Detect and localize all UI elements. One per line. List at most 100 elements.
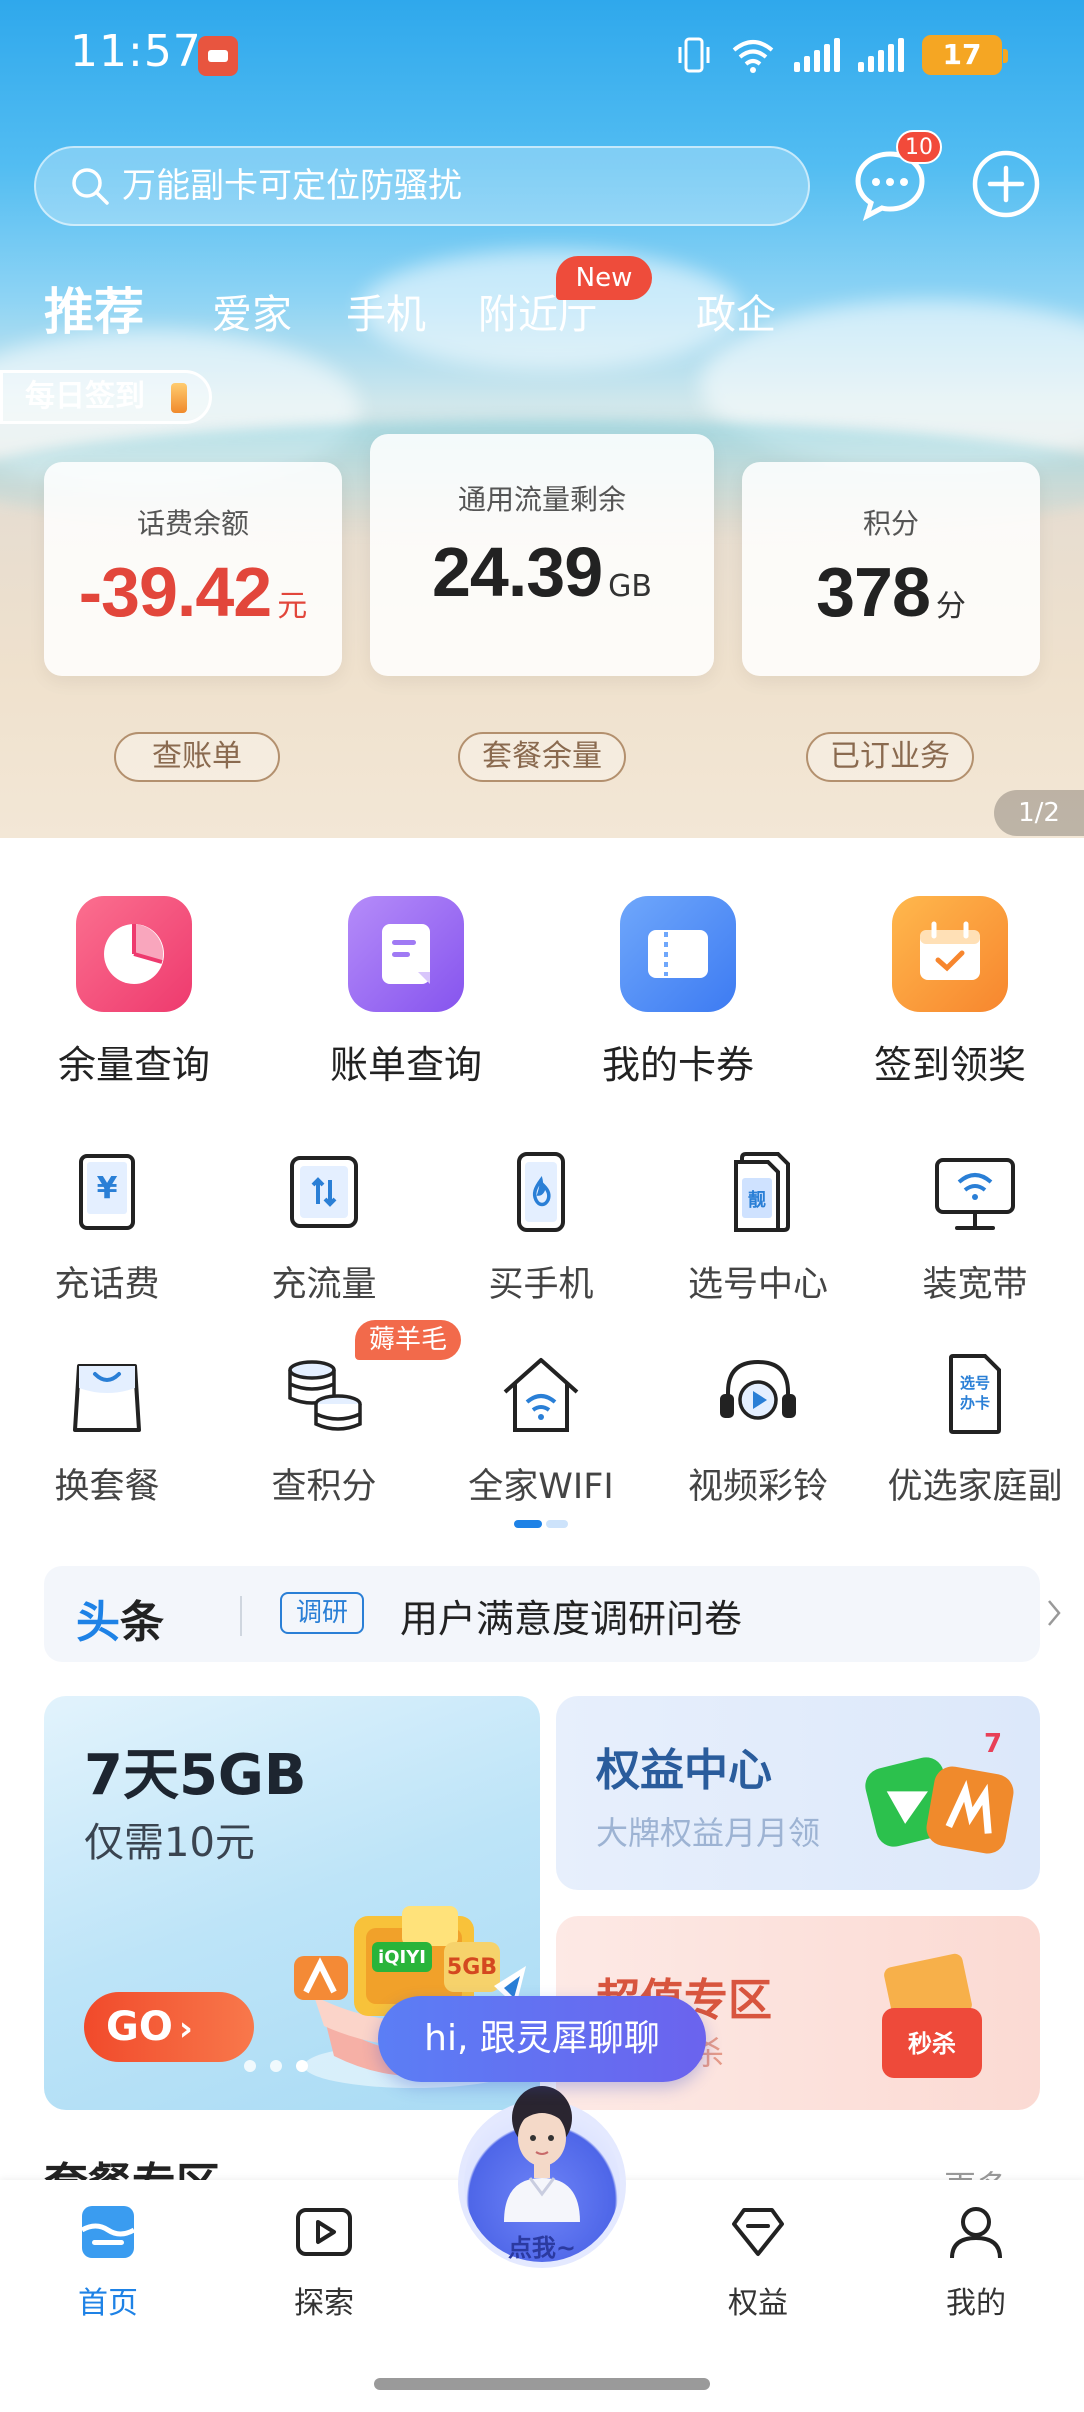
message-badge: 10 [896, 130, 942, 164]
buy-phone-label: 买手机 [488, 1265, 594, 1305]
signin-reward-button[interactable]: 签到领奖 [850, 896, 1050, 1089]
chevron-right-icon: › [178, 2009, 193, 2049]
balance-card[interactable]: 话费余额 -39.42 元 [44, 462, 342, 676]
balance-unit: 元 [277, 589, 308, 624]
bottle-icon [171, 383, 187, 413]
coupon-icon [620, 896, 736, 1012]
assistant-chat-bubble[interactable]: hi, 跟灵犀聊聊 [378, 1996, 706, 2082]
points-query-label: 查积分 [271, 1467, 377, 1507]
recharge-data-button[interactable]: 充流量 [214, 1150, 434, 1307]
family-card-label: 优选家庭副 [887, 1467, 1063, 1507]
points-card[interactable]: 积分 378 分 [742, 462, 1040, 676]
recharge-call-label: 充话费 [54, 1265, 160, 1305]
search-icon [72, 168, 109, 205]
promo-dot [296, 2060, 308, 2072]
headline-ticker[interactable]: 头条 调研 用户满意度调研问卷 [44, 1566, 1061, 1662]
nav-home[interactable]: 首页 [38, 2200, 178, 2322]
home-indicator[interactable] [374, 2378, 710, 2390]
bill-icon [348, 896, 464, 1012]
pie-chart-icon [76, 896, 192, 1012]
screen-record-icon [198, 36, 238, 76]
signin-reward-label: 签到领奖 [873, 1043, 1026, 1087]
survey-tag: 调研 [280, 1592, 365, 1634]
service-page-indicator [514, 1520, 570, 1530]
broadband-label: 装宽带 [922, 1265, 1028, 1305]
bill-query-button[interactable]: 账单查询 [306, 896, 506, 1089]
add-icon[interactable] [970, 148, 1042, 220]
video-ringtone-button[interactable]: 视频彩铃 [648, 1352, 868, 1509]
tab-phone[interactable]: 手机 [346, 282, 426, 340]
recharge-data-icon [290, 1156, 358, 1228]
my-coupons-button[interactable]: 我的卡券 [578, 896, 778, 1089]
promo-data-pack-subtitle: 仅需10元 [84, 1820, 255, 1866]
change-plan-button[interactable]: 换套餐 [0, 1352, 217, 1509]
banner-pager: 1/2 [994, 790, 1084, 836]
nav-me[interactable]: 我的 [906, 2200, 1046, 2322]
number-select-button[interactable]: 靓 选号中心 [648, 1150, 868, 1307]
svg-text:iQIYI: iQIYI [378, 1947, 426, 1968]
data-remaining-value: 24.39 [432, 533, 603, 611]
tab-enterprise[interactable]: 政企 [696, 282, 776, 340]
home-icon [80, 2206, 136, 2258]
headline-title-b: 条 [120, 1597, 164, 1648]
subscribed-services-button[interactable]: 已订业务 [806, 732, 974, 782]
bill-query-label: 账单查询 [329, 1043, 482, 1087]
nav-rights[interactable]: 权益 [688, 2200, 828, 2322]
promo-dot [244, 2060, 256, 2072]
recharge-call-button[interactable]: ¥ 充话费 [0, 1150, 217, 1307]
wifi-icon [732, 40, 774, 73]
video-ringtone-icon [720, 1359, 796, 1420]
headline-title: 头条 [76, 1586, 164, 1650]
family-card-button[interactable]: 选号 办卡 优选家庭副 [865, 1352, 1084, 1509]
search-bar[interactable] [34, 146, 810, 226]
go-button-label: GO [106, 2004, 173, 2050]
broadband-button[interactable]: 装宽带 [865, 1150, 1084, 1307]
tab-recommend[interactable]: 推荐 [44, 272, 144, 344]
my-coupons-label: 我的卡券 [601, 1043, 754, 1087]
family-card-icon: 选号 办卡 [949, 1354, 1001, 1434]
tab-home[interactable]: 爱家 [212, 282, 292, 340]
buy-phone-button[interactable]: 买手机 [431, 1150, 651, 1307]
data-remaining-label: 通用流量剩余 [457, 483, 626, 516]
profile-icon [950, 2207, 1002, 2259]
points-value: 378 [816, 553, 931, 631]
balance-query-button[interactable]: 余量查询 [34, 896, 234, 1089]
home-wifi-button[interactable]: 全家WIFI [431, 1352, 651, 1509]
broadband-icon [935, 1158, 1015, 1230]
video-ringtone-label: 视频彩铃 [687, 1467, 828, 1507]
assistant-avatar [504, 2086, 580, 2222]
headline-text: 用户满意度调研问卷 [400, 1597, 743, 1641]
view-bill-button[interactable]: 查账单 [114, 732, 280, 782]
new-badge: New [556, 256, 652, 300]
number-select-icon: 靓 [734, 1152, 790, 1232]
rights-apps-illustration: 7 [865, 1729, 1014, 1854]
signal-1-icon [794, 38, 840, 72]
number-select-label: 选号中心 [687, 1265, 828, 1305]
daily-signin-button[interactable]: 每日签到 [0, 370, 212, 424]
svg-text:办卡: 办卡 [960, 1394, 990, 1412]
recharge-data-label: 充流量 [271, 1265, 377, 1305]
go-button[interactable]: GO › [84, 1992, 254, 2062]
calendar-icon [892, 896, 1008, 1012]
status-bar: 11:57 17 [0, 0, 1084, 110]
status-icons: 17 [676, 30, 1008, 80]
change-plan-icon [73, 1364, 141, 1432]
svg-text:靓: 靓 [748, 1189, 766, 1211]
signal-2-icon [858, 38, 904, 72]
nav-home-label: 首页 [78, 2286, 138, 2321]
balance-value: -39.42 [78, 553, 272, 631]
nav-explore[interactable]: 探索 [254, 2200, 394, 2322]
points-query-button[interactable]: 查积分 [214, 1352, 434, 1509]
category-tabs: 推荐 爱家 手机 附近厅 政企 [0, 270, 1084, 350]
battery-icon: 17 [922, 35, 1008, 75]
data-remaining-card[interactable]: 通用流量剩余 24.39 GB [370, 434, 714, 676]
explore-icon [296, 2208, 352, 2256]
svg-text:选号: 选号 [960, 1374, 990, 1392]
promo-rights-subtitle: 大牌权益月月领 [596, 1814, 821, 1852]
points-unit: 分 [935, 589, 966, 624]
promo-rights-center[interactable]: 权益中心 大牌权益月月领 7 [556, 1696, 1040, 1890]
chevron-right-icon [1048, 1600, 1061, 1626]
plan-balance-button[interactable]: 套餐余量 [458, 732, 626, 782]
points-label: 积分 [862, 507, 919, 540]
search-input[interactable] [122, 166, 808, 206]
